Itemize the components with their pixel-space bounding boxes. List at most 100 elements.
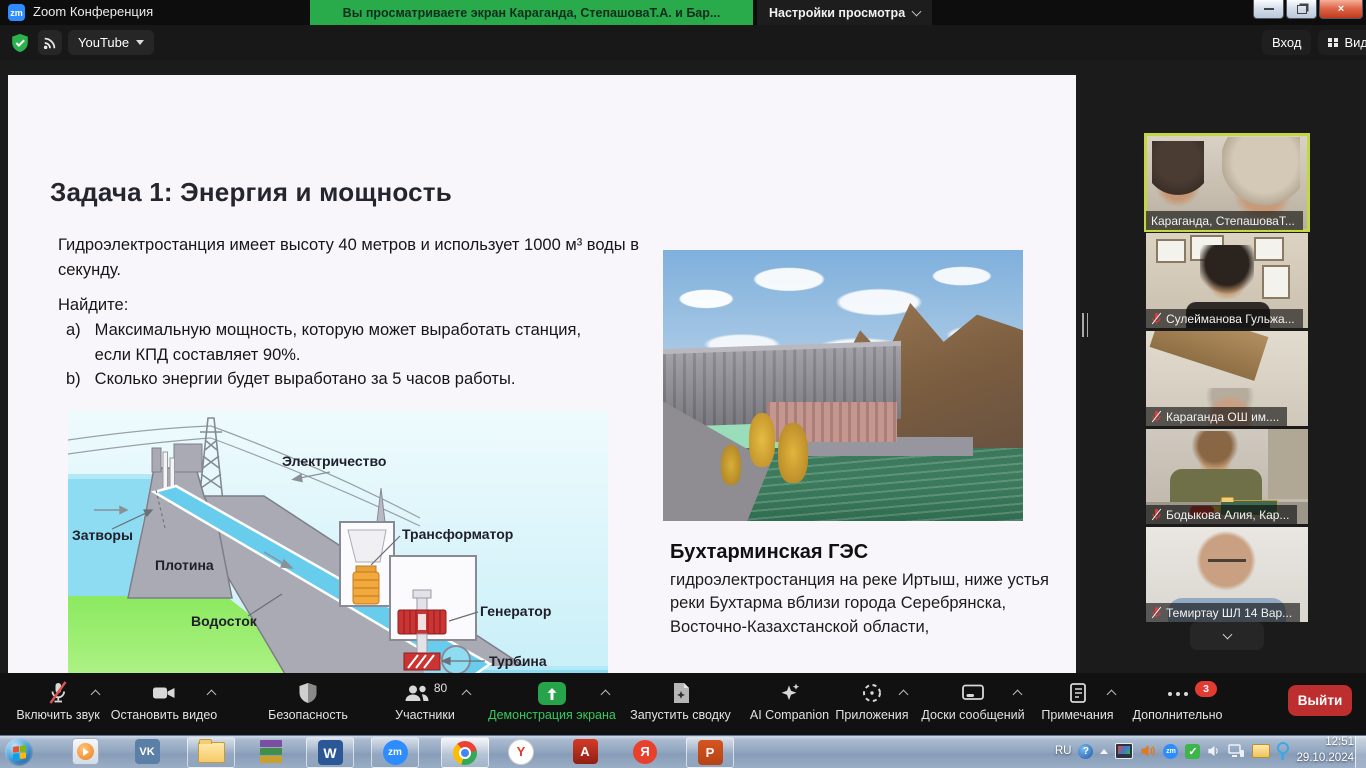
youtube-stream-button[interactable]: YouTube (68, 30, 154, 55)
taskbar-yandex-browser[interactable]: Y (498, 737, 544, 766)
view-settings-dropdown[interactable]: Настройки просмотра (757, 0, 932, 25)
video-tile[interactable]: Бодыкова Алия, Кар... (1146, 429, 1308, 524)
video-tile[interactable]: Сулейманова Гульжа... (1146, 233, 1308, 328)
word-icon: W (318, 740, 343, 765)
participant-video (1208, 559, 1246, 570)
notes-button[interactable]: Примечания (1035, 679, 1120, 722)
key-tray-icon[interactable] (1277, 742, 1289, 754)
broadcast-icon (43, 36, 57, 50)
participant-video (1222, 137, 1300, 217)
stop-video-label: Остановить видео (111, 708, 218, 722)
slide-title: Задача 1: Энергия и мощность (50, 177, 452, 208)
whiteboards-label: Доски сообщений (921, 708, 1024, 722)
show-hidden-icons[interactable] (1100, 749, 1108, 754)
share-screen-button[interactable]: Демонстрация экрана (482, 679, 622, 722)
display-tray-icon[interactable] (1115, 743, 1133, 759)
apps-button[interactable]: Приложения (832, 679, 912, 722)
participant-name-badge: Бодыкова Алия, Кар... (1146, 505, 1297, 524)
stop-video-button[interactable]: Остановить видео (108, 679, 220, 722)
language-indicator[interactable]: RU (1055, 745, 1072, 757)
show-desktop-button[interactable] (1355, 736, 1366, 768)
security-shield-button[interactable] (8, 30, 32, 55)
participant-name: Бодыкова Алия, Кар... (1166, 508, 1289, 522)
photo-tree (721, 445, 741, 485)
view-mode-button[interactable]: Вид (1318, 30, 1366, 55)
participant-video (1152, 141, 1204, 211)
taskbar-vk[interactable]: VK (124, 737, 170, 766)
participant-video (1268, 429, 1308, 499)
apps-label: Приложения (835, 708, 908, 722)
leave-button[interactable]: Выйти (1288, 685, 1352, 716)
video-tile[interactable]: Караганда ОШ им.... (1146, 331, 1308, 426)
taskbar-media-player[interactable] (62, 737, 108, 766)
volume-tray-icon[interactable] (1207, 744, 1221, 758)
signin-button[interactable]: Вход (1262, 30, 1311, 55)
taskbar-yandex[interactable]: Я (622, 737, 668, 766)
muted-mic-icon (1151, 312, 1162, 325)
title-bar: zm Zoom Конференция Вы просматриваете эк… (0, 0, 1366, 25)
close-button[interactable]: × (1319, 0, 1363, 19)
participants-label: Участники (395, 708, 455, 722)
certificate (1262, 265, 1290, 299)
taskbar-chrome[interactable] (441, 737, 489, 768)
clock-time: 12:51 (1296, 735, 1354, 751)
youtube-label: YouTube (78, 35, 129, 50)
zoom-tray-icon[interactable]: zm (1163, 744, 1178, 759)
vk-icon: VK (135, 739, 160, 764)
participants-count: 80 (434, 681, 447, 695)
taskbar-winrar[interactable] (248, 737, 294, 766)
taskbar-acrobat[interactable]: A (562, 737, 608, 766)
diagram-label-transformer: Трансформатор (402, 526, 513, 542)
minimize-button[interactable] (1253, 0, 1284, 19)
meeting-menu-bar: YouTube Вход Вид (0, 25, 1366, 60)
window-title: Zoom Конференция (33, 4, 153, 19)
more-button[interactable]: Дополнительно 3 (1130, 679, 1225, 722)
diagram-label-turbine: Турбина (489, 653, 547, 669)
chrome-icon (453, 741, 477, 765)
item-a-text: Максимальную мощность, которую может выр… (95, 318, 606, 368)
participants-button[interactable]: 80 Участники (380, 679, 470, 722)
signin-label: Вход (1272, 35, 1301, 50)
windows-logo-icon (13, 745, 26, 759)
hydro-plant-diagram: Электричество Затворы Плотина Трансформа… (68, 410, 608, 673)
transformer-part (353, 566, 379, 604)
notification-badge: 3 (1195, 681, 1217, 697)
media-player-icon (72, 738, 99, 765)
video-tile[interactable]: Темиртау ШЛ 14 Вар... (1146, 527, 1308, 622)
folder-tray-icon[interactable] (1252, 744, 1270, 758)
summary-button[interactable]: Запустить сводку (628, 679, 733, 722)
shared-screen-slide: Задача 1: Энергия и мощность Гидроэлектр… (8, 75, 1076, 673)
live-stream-button[interactable] (38, 30, 62, 55)
dropdown-arrow-icon (136, 40, 144, 45)
screen-share-banner: Вы просматриваете экран Караганда, Степа… (310, 0, 753, 25)
unmute-button[interactable]: Включить звук (8, 679, 108, 722)
muted-mic-icon (1151, 606, 1162, 619)
taskbar-powerpoint[interactable]: P (686, 737, 734, 768)
view-label: Вид (1345, 35, 1366, 50)
restore-button[interactable] (1286, 0, 1317, 19)
participant-video (1170, 469, 1262, 503)
network-tray-icon[interactable] (1228, 744, 1245, 758)
ai-companion-button[interactable]: AI Companion (742, 679, 837, 722)
muted-mic-icon (1151, 410, 1162, 423)
participant-name: Сулейманова Гульжа... (1166, 312, 1295, 326)
help-tray-icon[interactable]: ? (1078, 744, 1093, 759)
taskbar-word[interactable]: W (306, 737, 354, 768)
participant-name-badge: Караганда, СтепашоваТ... (1146, 211, 1303, 230)
start-button[interactable] (5, 738, 33, 766)
folder-icon (198, 742, 225, 763)
slide-problem-text: Гидроэлектростанция имеет высоту 40 метр… (58, 233, 658, 283)
taskbar-clock[interactable]: 12:51 29.10.2024 (1296, 735, 1354, 766)
panel-resize-handle[interactable] (1082, 313, 1090, 337)
slide-task-list: Найдите: a) Максимальную мощность, котор… (66, 293, 606, 392)
antivirus-tray-icon[interactable]: ✓ (1185, 744, 1200, 759)
share-screen-icon (538, 679, 566, 705)
view-settings-label: Настройки просмотра (769, 6, 905, 20)
volume-orange-icon[interactable] (1140, 744, 1156, 758)
more-participants-button[interactable] (1190, 622, 1264, 650)
video-tile-active-speaker[interactable]: Караганда, СтепашоваТ... (1146, 135, 1308, 230)
whiteboards-button[interactable]: Доски сообщений (918, 679, 1028, 722)
security-button[interactable]: Безопасность (258, 679, 358, 722)
taskbar-explorer[interactable] (187, 737, 235, 768)
taskbar-zoom[interactable]: zm (371, 737, 419, 768)
